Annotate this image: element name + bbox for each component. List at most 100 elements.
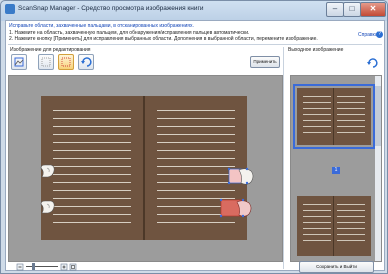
editor-canvas[interactable] [8,75,283,262]
zoom-in-icon[interactable] [60,263,68,271]
thumb-line [303,120,331,121]
text-line [157,222,235,223]
main-window: ScanSnap Manager - Средство просмотра из… [0,0,388,274]
help-icon[interactable]: ? [376,31,383,38]
thumb-line [303,228,331,229]
thumb-line [337,240,365,241]
thumb-line [303,126,331,127]
instructions-heading: Исправьте области, захваченные пальцами,… [9,23,194,29]
text-line [53,134,131,135]
text-line [157,142,235,143]
thumb-spine [333,196,334,256]
thumb-line [337,132,365,133]
thumbnail-scrollbar[interactable] [375,76,381,261]
text-line [157,190,235,191]
thumb-line [337,204,365,205]
finger-remove-icon [61,57,71,67]
text-line [53,166,131,167]
finger-right-bottom-selected[interactable] [219,198,255,220]
text-line [53,214,131,215]
thumbnail-panel[interactable]: 1 [290,75,382,262]
crop-tool-button[interactable] [11,54,27,70]
thumb-line [337,102,365,103]
app-icon [5,4,15,14]
content-area: Исправьте области, захваченные пальцами,… [5,20,385,273]
text-line [157,182,235,183]
instruction-line-2: 2. Нажмите кнопку [Применить] для исправ… [9,36,318,42]
text-line [157,166,235,167]
zoom-slider[interactable] [26,266,58,267]
text-line [53,142,131,143]
thumb-line [337,114,365,115]
apply-button[interactable]: Применить [250,56,280,68]
close-button[interactable]: ✕ [360,2,386,17]
preview-label: Выходное изображение [288,47,344,53]
thumb-line [303,240,331,241]
text-line [157,118,235,119]
window-title: ScanSnap Manager - Средство просмотра из… [18,5,204,12]
finger-left-top[interactable] [39,162,57,180]
thumb-line [337,108,365,109]
crop-icon [14,57,24,67]
thumb-line [303,222,331,223]
thumb-line [337,228,365,229]
text-line [53,118,131,119]
text-line [53,174,131,175]
thumbnail-page-1[interactable] [293,84,375,149]
thumb-line [303,102,331,103]
text-line [53,182,131,183]
text-line [53,222,131,223]
thumbnail-page-2[interactable] [297,196,371,256]
thumb-line [303,96,331,97]
thumb-line [337,222,365,223]
preview-undo-icon[interactable] [366,57,378,69]
thumb-line [303,210,331,211]
zoom-slider-knob[interactable] [32,263,35,270]
separator [8,44,382,45]
thumb-line [337,216,365,217]
thumb-line [337,234,365,235]
text-line [53,110,131,111]
thumb-line [337,210,365,211]
thumb-line [303,114,331,115]
undo-button[interactable] [78,54,94,70]
text-line [53,150,131,151]
thumb-line [337,96,365,97]
thumb-line [303,132,331,133]
thumb-line [303,234,331,235]
thumb-line [303,108,331,109]
text-line [53,190,131,191]
help-link[interactable]: Справка [358,32,378,38]
zoom-control[interactable] [16,263,77,271]
text-line [53,158,131,159]
scrollbar-thumb[interactable] [375,86,381,146]
panel-divider [283,47,284,269]
finger-select-button[interactable] [38,54,54,70]
editor-label: Изображение для редактирования [10,47,91,53]
page-number-badge: 1 [332,167,340,174]
thumb-line [337,126,365,127]
maximize-button[interactable]: □ [343,2,361,17]
thumb-line [303,216,331,217]
thumb-spine [333,88,334,145]
thumb-line [337,120,365,121]
text-line [53,206,131,207]
text-line [157,134,235,135]
finger-left-bottom[interactable] [39,198,57,216]
undo-icon [81,57,92,67]
text-line [53,126,131,127]
zoom-out-icon[interactable] [16,263,24,271]
text-line [157,110,235,111]
fit-page-icon[interactable] [69,263,77,271]
text-line [157,150,235,151]
text-line [157,174,235,175]
finger-right-top-selected[interactable] [227,166,257,188]
text-line [157,126,235,127]
thumb-line [303,204,331,205]
save-and-exit-button[interactable]: Сохранить и Выйти [299,261,374,273]
minimize-button[interactable]: – [326,2,344,17]
text-line [53,198,131,199]
finger-select-icon [41,57,51,67]
finger-remove-button[interactable] [58,54,74,70]
title-bar: ScanSnap Manager - Средство просмотра из… [1,1,387,19]
